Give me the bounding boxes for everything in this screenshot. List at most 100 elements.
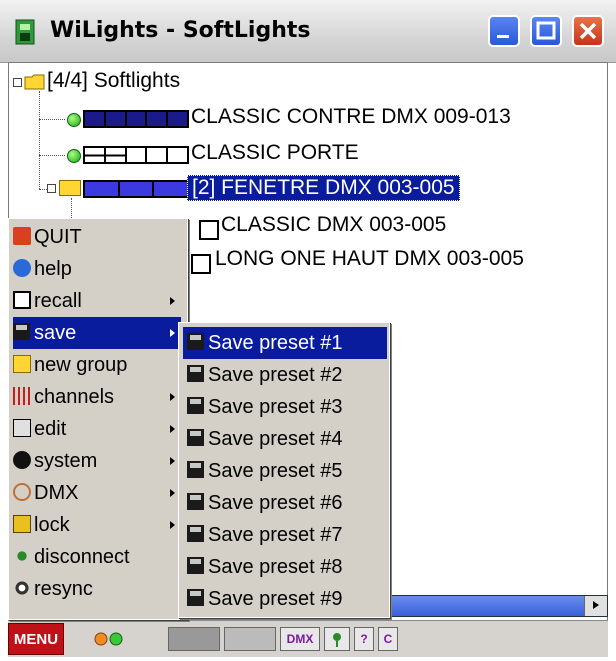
menu-item-label: disconnect bbox=[34, 546, 130, 568]
dmx-level-bar bbox=[83, 180, 189, 198]
title-bar[interactable]: WiLights - SoftLights bbox=[0, 0, 616, 63]
save-preset-4[interactable]: Save preset #4 bbox=[183, 423, 387, 455]
menu-item-label: QUIT bbox=[34, 226, 82, 248]
floppy-icon bbox=[187, 333, 204, 351]
edit-icon bbox=[13, 418, 31, 437]
save-preset-6[interactable]: Save preset #6 bbox=[183, 487, 387, 519]
floppy-icon bbox=[187, 557, 204, 575]
status-online-icon bbox=[67, 113, 81, 127]
app-window: WiLights - SoftLights [4/4] Softlights C… bbox=[0, 0, 616, 661]
minimize-button[interactable] bbox=[488, 15, 520, 47]
connection-status-icon bbox=[94, 632, 123, 646]
floppy-icon bbox=[187, 429, 204, 447]
save-submenu: Save preset #1 Save preset #2 Save prese… bbox=[178, 322, 390, 618]
floppy-icon bbox=[187, 493, 204, 511]
menu-item-label: lock bbox=[34, 514, 70, 536]
folder-icon bbox=[59, 180, 81, 196]
menu-item-dmx[interactable]: DMX bbox=[13, 477, 181, 509]
floppy-icon bbox=[187, 397, 204, 415]
horizontal-scrollbar[interactable] bbox=[386, 595, 608, 617]
lock-icon bbox=[13, 514, 31, 533]
menu-item-help[interactable]: help bbox=[13, 253, 181, 285]
open-folder-icon bbox=[24, 74, 45, 90]
status-online-icon bbox=[67, 149, 81, 163]
app-icon bbox=[15, 19, 35, 45]
new-folder-icon bbox=[13, 354, 31, 373]
menu-item-label: save bbox=[34, 322, 77, 344]
menu-item-recall[interactable]: recall bbox=[13, 285, 181, 317]
save-preset-1[interactable]: Save preset #1 bbox=[183, 327, 387, 359]
tree-item-label[interactable]: CLASSIC DMX 003-005 bbox=[221, 213, 446, 237]
menu-item-channels[interactable]: channels bbox=[13, 381, 181, 413]
dmx-button[interactable]: DMX bbox=[280, 627, 320, 651]
groups-view-icon[interactable] bbox=[224, 627, 276, 651]
menu-item-label: DMX bbox=[34, 482, 79, 504]
collapse-toggle[interactable] bbox=[47, 184, 56, 193]
sliders-icon bbox=[13, 386, 31, 405]
gears-icon bbox=[13, 578, 31, 597]
tree-item-label[interactable]: LONG ONE HAUT DMX 003-005 bbox=[215, 247, 524, 271]
levels-view-icon[interactable] bbox=[168, 627, 220, 651]
menu-item-save[interactable]: save bbox=[13, 317, 181, 349]
menu-item-label: resync bbox=[34, 578, 93, 600]
menu-item-quit[interactable]: QUIT bbox=[13, 221, 181, 253]
submenu-arrow-icon bbox=[170, 457, 175, 465]
floppy-icon bbox=[187, 589, 204, 607]
c-button[interactable]: C bbox=[378, 627, 398, 651]
channel-box bbox=[191, 254, 211, 274]
menu-item-new-group[interactable]: new group bbox=[13, 349, 181, 381]
floppy-icon bbox=[187, 525, 204, 543]
info-icon bbox=[13, 258, 31, 277]
save-preset-label: Save preset #8 bbox=[208, 556, 343, 578]
menu-button[interactable]: MENU bbox=[8, 623, 64, 655]
tree-item-label[interactable]: CLASSIC PORTE bbox=[191, 141, 359, 165]
close-button[interactable] bbox=[572, 15, 604, 47]
submenu-arrow-icon bbox=[170, 329, 175, 337]
dmx-level-bar bbox=[83, 110, 189, 128]
save-preset-9[interactable]: Save preset #9 bbox=[183, 583, 387, 615]
antenna-button[interactable] bbox=[324, 627, 350, 651]
tree-connector bbox=[39, 119, 65, 120]
menu-item-resync[interactable]: resync bbox=[13, 573, 181, 605]
menu-item-lock[interactable]: lock bbox=[13, 509, 181, 541]
minimize-icon bbox=[497, 35, 509, 38]
dmx-level-bar bbox=[83, 146, 189, 164]
help-button[interactable]: ? bbox=[354, 627, 374, 651]
collapse-toggle[interactable] bbox=[13, 78, 22, 87]
main-menu: QUIT help recall save new group channels… bbox=[8, 218, 188, 620]
channel-box bbox=[199, 220, 219, 240]
floppy-icon bbox=[187, 365, 204, 383]
list-icon bbox=[13, 290, 31, 309]
menu-item-disconnect[interactable]: disconnect bbox=[13, 541, 181, 573]
window-title: WiLights - SoftLights bbox=[50, 18, 311, 43]
save-preset-label: Save preset #3 bbox=[208, 396, 343, 418]
menu-item-label: help bbox=[34, 258, 72, 280]
menu-item-label: recall bbox=[34, 290, 82, 312]
tree-root-label[interactable]: [4/4] Softlights bbox=[47, 69, 180, 93]
status-bar: MENU DMX ? C bbox=[8, 620, 608, 657]
menu-item-label: new group bbox=[34, 354, 128, 376]
save-preset-label: Save preset #7 bbox=[208, 524, 343, 546]
close-icon bbox=[579, 22, 597, 40]
submenu-arrow-icon bbox=[170, 489, 175, 497]
tree-item-selected[interactable]: [2] FENETRE DMX 003-005 bbox=[187, 175, 460, 201]
menu-item-system[interactable]: system bbox=[13, 445, 181, 477]
maximize-button[interactable] bbox=[530, 15, 562, 47]
save-preset-label: Save preset #6 bbox=[208, 492, 343, 514]
tree-connector bbox=[39, 155, 65, 156]
save-preset-2[interactable]: Save preset #2 bbox=[183, 359, 387, 391]
power-icon bbox=[13, 226, 31, 245]
tree-item-label[interactable]: CLASSIC CONTRE DMX 009-013 bbox=[191, 105, 511, 129]
maximize-icon bbox=[536, 21, 556, 40]
submenu-arrow-icon bbox=[170, 521, 175, 529]
antenna-icon bbox=[13, 546, 31, 565]
save-preset-5[interactable]: Save preset #5 bbox=[183, 455, 387, 487]
save-preset-7[interactable]: Save preset #7 bbox=[183, 519, 387, 551]
save-preset-8[interactable]: Save preset #8 bbox=[183, 551, 387, 583]
save-preset-label: Save preset #2 bbox=[208, 364, 343, 386]
submenu-arrow-icon bbox=[170, 393, 175, 401]
menu-item-edit[interactable]: edit bbox=[13, 413, 181, 445]
scroll-right-button[interactable] bbox=[584, 596, 607, 616]
save-preset-3[interactable]: Save preset #3 bbox=[183, 391, 387, 423]
tree-connector bbox=[39, 91, 40, 189]
